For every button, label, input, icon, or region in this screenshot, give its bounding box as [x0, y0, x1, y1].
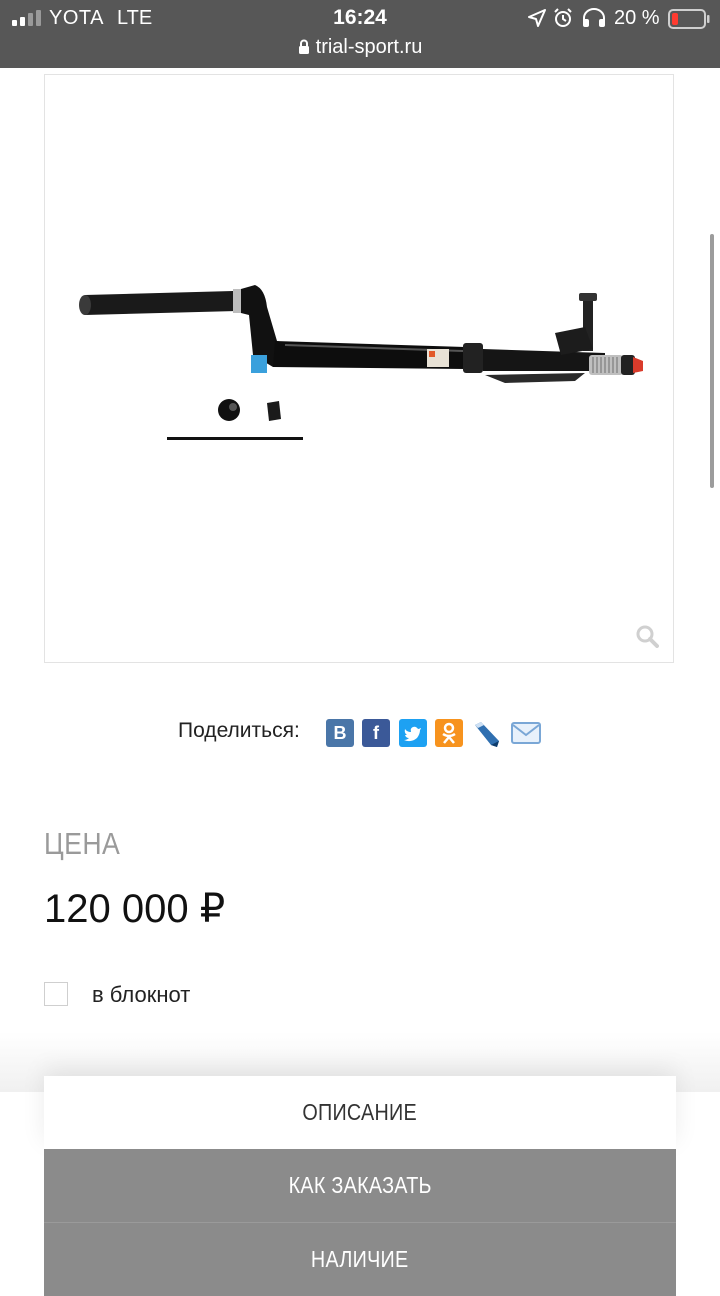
twitter-share-button[interactable]	[399, 719, 427, 747]
page-scrollbar[interactable]	[710, 234, 714, 488]
status-bar: YOTA LTE 16:24 20 % trial-sport.ru	[0, 0, 720, 68]
tab-how-to-order[interactable]: КАК ЗАКАЗАТЬ	[44, 1149, 676, 1222]
tab-label: НАЛИЧИЕ	[311, 1246, 409, 1272]
lock-icon	[298, 39, 309, 54]
alarm-icon	[554, 8, 572, 27]
headphones-icon	[583, 8, 605, 27]
share-label: Поделиться:	[178, 719, 300, 742]
zoom-icon[interactable]	[635, 624, 659, 648]
suspension-fork-image	[79, 285, 643, 440]
facebook-share-button[interactable]: f	[362, 719, 390, 747]
tab-description[interactable]: ОПИСАНИЕ	[44, 1076, 676, 1149]
price-label: ЦЕНА	[44, 826, 121, 861]
tab-label: КАК ЗАКАЗАТЬ	[288, 1172, 432, 1198]
odnoklassniki-icon	[442, 722, 456, 744]
battery-icon	[668, 9, 710, 29]
location-arrow-icon	[528, 9, 546, 27]
pencil-icon	[475, 722, 499, 747]
email-share-button[interactable]	[511, 719, 541, 747]
price-value: 120 000 ₽	[44, 887, 226, 931]
tab-availability[interactable]: НАЛИЧИЕ	[44, 1222, 676, 1296]
notepad-label[interactable]: в блокнот	[92, 982, 190, 1008]
tab-label: ОПИСАНИЕ	[302, 1099, 418, 1125]
livejournal-share-button[interactable]	[471, 719, 499, 747]
vk-share-button[interactable]: B	[326, 719, 354, 747]
odnoklassniki-share-button[interactable]	[435, 719, 463, 747]
clock: 16:24	[333, 6, 387, 29]
envelope-icon	[511, 722, 541, 744]
product-image-frame[interactable]	[44, 74, 674, 663]
battery-percent: 20 %	[614, 7, 660, 29]
notepad-checkbox[interactable]	[44, 982, 68, 1006]
page-url: trial-sport.ru	[315, 36, 423, 58]
address-bar[interactable]: trial-sport.ru	[0, 36, 720, 59]
twitter-bird-icon	[404, 726, 421, 742]
